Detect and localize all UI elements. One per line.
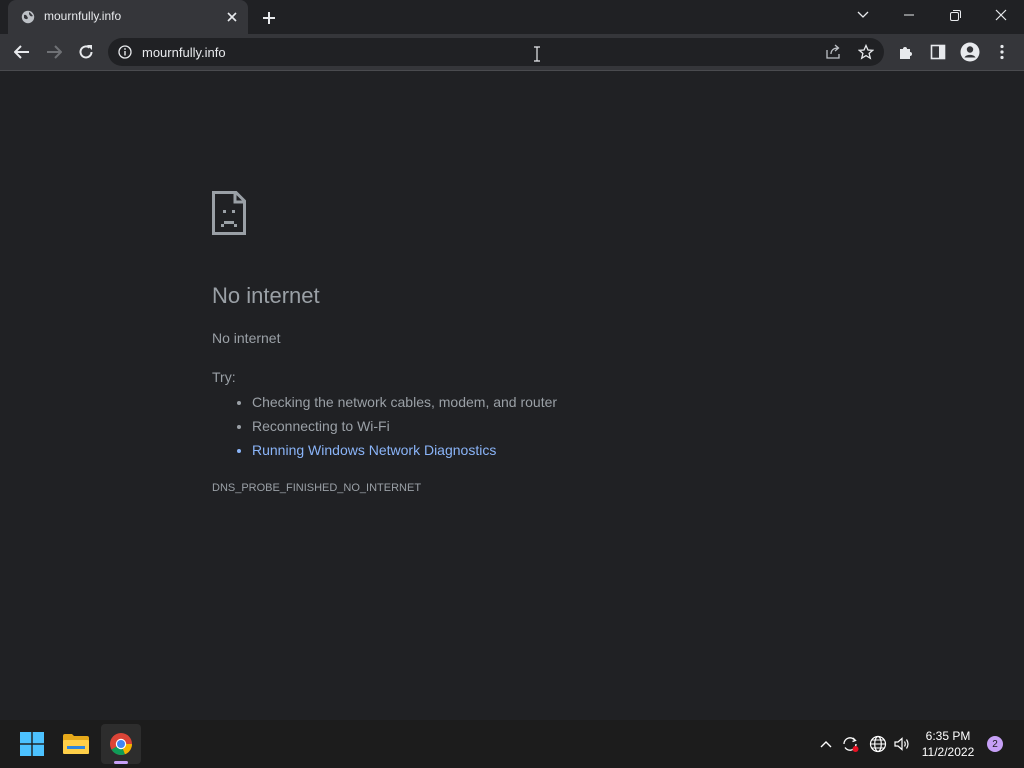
arrow-right-icon[interactable] (40, 38, 68, 66)
globe-icon (21, 10, 35, 24)
tab-strip: mournfully.info (0, 0, 1024, 34)
windows-start-icon[interactable] (12, 724, 52, 764)
clock-time: 6:35 PM (925, 729, 971, 743)
clock-date: 11/2/2022 (921, 745, 975, 759)
suggestion-list: Checking the network cables, modem, and … (212, 391, 557, 463)
person-icon[interactable] (956, 38, 984, 66)
error-page: No internet No internet Try: Checking th… (0, 71, 1024, 720)
globe-network-icon[interactable] (867, 733, 889, 755)
side-panel-icon[interactable] (924, 38, 952, 66)
chevron-down-icon[interactable] (841, 0, 885, 30)
tab-mournfully[interactable]: mournfully.info (8, 0, 248, 34)
kebab-menu-icon[interactable] (988, 38, 1016, 66)
arrow-left-icon[interactable] (8, 38, 36, 66)
close-icon[interactable] (224, 9, 240, 25)
speaker-icon[interactable] (891, 733, 913, 755)
system-clock[interactable]: 6:35 PM 11/2/2022 (912, 728, 984, 760)
error-title: No internet (212, 283, 320, 308)
plus-icon[interactable] (258, 7, 280, 29)
share-icon[interactable] (822, 41, 844, 63)
file-explorer-icon[interactable] (56, 724, 96, 764)
suggestion-item: Reconnecting to Wi-Fi (252, 415, 557, 439)
tab-title: mournfully.info (44, 9, 122, 23)
browser-toolbar: mournfully.info (0, 34, 1024, 71)
error-code: DNS_PROBE_FINISHED_NO_INTERNET (212, 482, 422, 494)
error-subtitle: No internet (212, 330, 281, 346)
puzzle-icon[interactable] (892, 38, 920, 66)
sad-page-icon (212, 191, 246, 240)
network-diagnostics-link[interactable]: Running Windows Network Diagnostics (252, 439, 557, 463)
chrome-icon[interactable] (101, 724, 141, 764)
chevron-up-icon[interactable] (815, 733, 837, 755)
taskbar: 6:35 PM 11/2/2022 (0, 720, 1024, 768)
address-bar[interactable]: mournfully.info (108, 38, 884, 66)
browser-window: mournfully.info mournfully.info No inter… (0, 0, 1024, 720)
try-label: Try: (212, 369, 236, 385)
restore-icon[interactable] (933, 0, 977, 30)
star-icon[interactable] (855, 41, 877, 63)
info-icon[interactable] (118, 45, 132, 59)
close-window-icon[interactable] (979, 0, 1023, 30)
url-text[interactable]: mournfully.info (142, 45, 226, 60)
reload-icon[interactable] (72, 38, 100, 66)
notification-badge[interactable]: 2 (987, 736, 1003, 752)
suggestion-item: Checking the network cables, modem, and … (252, 391, 557, 415)
minimize-icon[interactable] (887, 0, 931, 30)
sync-alert-icon[interactable] (839, 733, 861, 755)
text-cursor-icon (533, 46, 541, 67)
